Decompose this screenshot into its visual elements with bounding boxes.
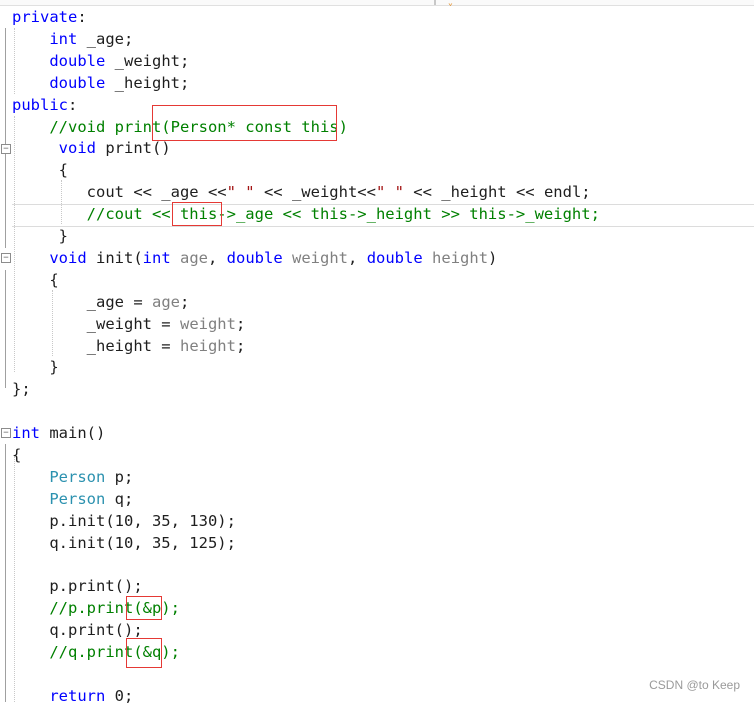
code-line[interactable]: double _weight; [12,50,189,72]
code-line[interactable]: double _height; [12,72,189,94]
code-line[interactable]: int _age; [12,28,133,50]
watermark: CSDN @to Keep [649,678,740,692]
code-line[interactable]: { [12,159,68,181]
annotation-box-this-keyword [172,202,222,226]
code-line[interactable]: q.print(); [12,619,142,641]
outline-bar-main [5,444,6,702]
code-line[interactable]: _age = age; [12,291,190,313]
editor-top-scrollbar[interactable]: ⌄ [0,0,754,7]
code-line[interactable]: p.init(10, 35, 130); [12,510,236,532]
fold-toggle-icon[interactable]: − [1,253,11,263]
code-line[interactable]: p.print(); [12,575,142,597]
code-line[interactable]: _weight = weight; [12,313,246,335]
code-editor[interactable]: ⌄ − − − private: int _age; double _weigh… [0,0,754,705]
code-line[interactable]: return 0; [12,685,133,707]
code-line[interactable]: //cout << this->_age << this->_height >>… [12,203,600,225]
code-line[interactable]: public: [12,94,77,116]
code-line[interactable]: Person p; [12,466,133,488]
code-line[interactable]: Person q; [12,488,133,510]
annotation-box-address-q [126,638,162,668]
code-line[interactable]: }; [12,378,31,400]
outline-bar-class [5,28,6,248]
fold-toggle-icon[interactable]: − [1,428,11,438]
code-line[interactable]: q.init(10, 35, 125); [12,532,236,554]
scroll-marker [434,0,436,5]
annotation-box-address-p [126,596,162,620]
code-line[interactable]: void print() [12,137,171,159]
annotation-box-this-param [152,105,337,141]
code-line[interactable]: } [12,225,68,247]
code-line[interactable]: cout << _age <<" " << _weight<<" " << _h… [12,181,591,203]
warning-marker-icon: ⌄ [448,0,453,7]
code-line[interactable]: } [12,356,58,378]
code-line[interactable]: void init(int age, double weight, double… [12,247,497,269]
code-line[interactable]: _height = height; [12,335,246,357]
code-line[interactable]: { [12,444,21,466]
code-line[interactable]: private: [12,6,87,28]
code-line[interactable]: { [12,269,58,291]
outline-bar-init [5,270,6,388]
fold-toggle-icon[interactable]: − [1,144,11,154]
code-line[interactable]: int main() [12,422,105,444]
